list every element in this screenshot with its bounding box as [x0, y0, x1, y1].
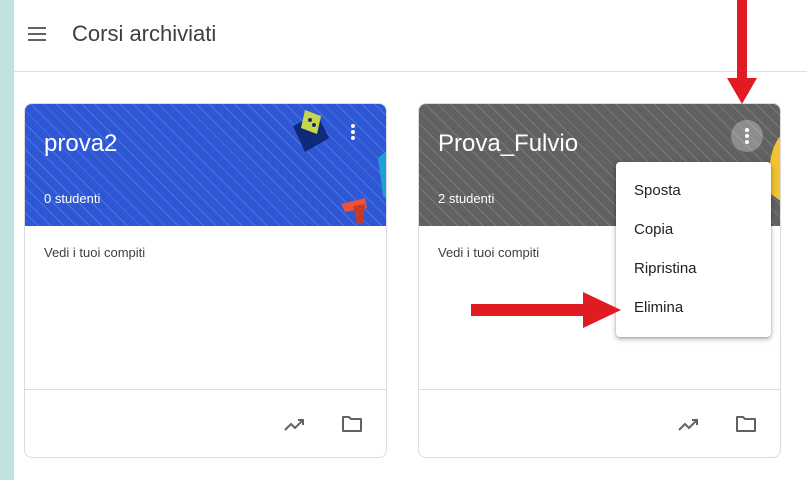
menu-item-copia[interactable]: Copia — [616, 211, 771, 249]
student-count: 0 studenti — [44, 191, 101, 206]
course-title[interactable]: Prova_Fulvio — [438, 128, 578, 160]
hamburger-menu-icon[interactable] — [28, 27, 46, 41]
folder-icon[interactable] — [341, 414, 363, 434]
folder-icon[interactable] — [735, 414, 757, 434]
trending-up-icon[interactable] — [283, 414, 305, 434]
trending-up-icon[interactable] — [677, 414, 699, 434]
course-context-menu: Sposta Copia Ripristina Elimina — [616, 162, 771, 337]
classroom-window: Corsi archiviati prova2 0 studenti Vedi … — [14, 0, 807, 480]
annotation-arrow-down-icon — [727, 0, 757, 104]
annotation-arrow-right-icon — [471, 292, 621, 328]
menu-item-ripristina[interactable]: Ripristina — [616, 250, 771, 288]
page-title: Corsi archiviati — [72, 21, 217, 46]
view-assignments-link[interactable]: Vedi i tuoi compiti — [44, 245, 145, 260]
dice-illustration-icon — [293, 110, 386, 224]
more-vert-icon[interactable] — [731, 120, 763, 152]
top-bar: Corsi archiviati — [14, 0, 807, 72]
course-card-footer — [419, 389, 780, 457]
menu-item-elimina[interactable]: Elimina — [616, 289, 771, 327]
course-card-header[interactable]: prova2 0 studenti — [25, 104, 386, 226]
course-card-prova2[interactable]: prova2 0 studenti Vedi i tuoi compiti — [24, 103, 387, 458]
course-card-footer — [25, 389, 386, 457]
view-assignments-link[interactable]: Vedi i tuoi compiti — [438, 245, 539, 260]
menu-item-sposta[interactable]: Sposta — [616, 172, 771, 210]
course-title[interactable]: prova2 — [44, 128, 117, 160]
more-vert-icon[interactable] — [337, 116, 369, 148]
student-count: 2 studenti — [438, 191, 495, 206]
